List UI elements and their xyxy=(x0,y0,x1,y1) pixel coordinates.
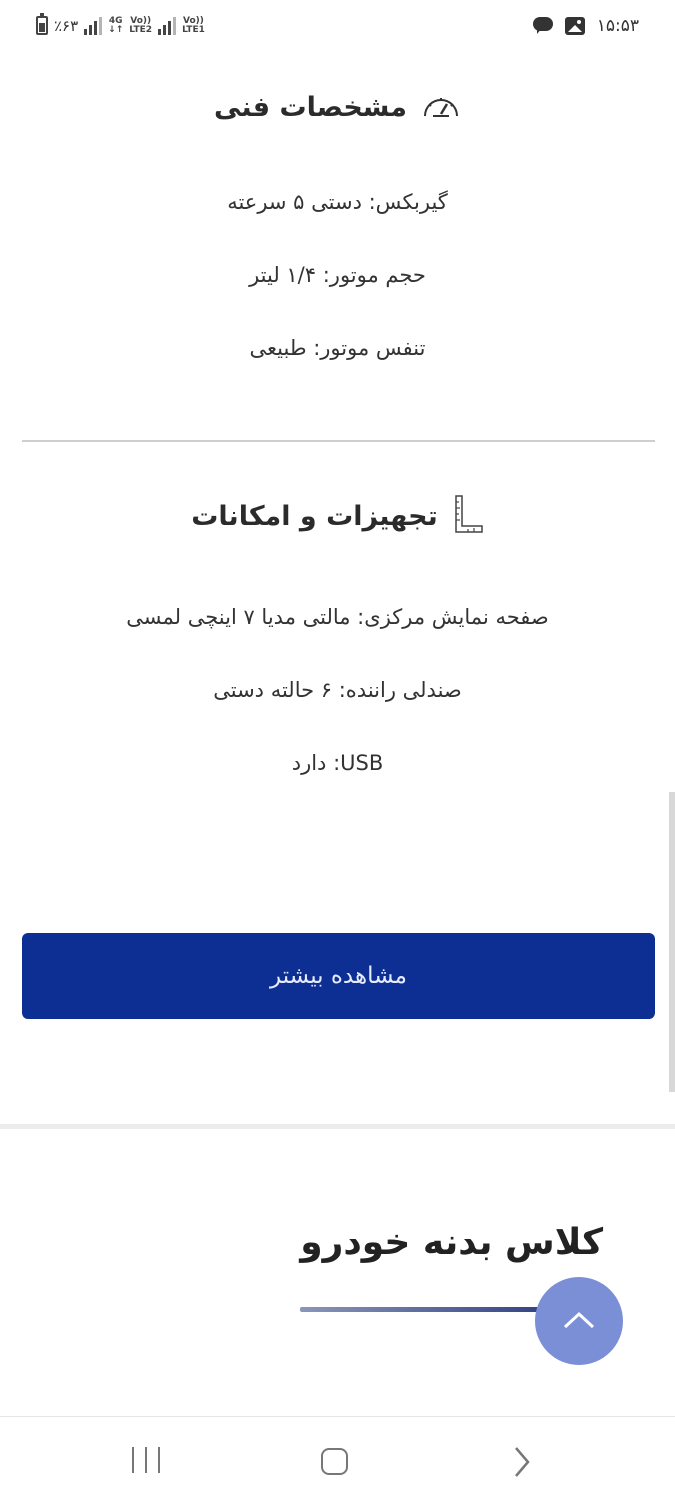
section-separator-band xyxy=(0,1124,675,1129)
body-class-title: کلاس بدنه خودرو xyxy=(300,1222,603,1263)
feature-driver-seat: صندلی راننده: ۶ حالته دستی xyxy=(213,678,462,702)
home-icon[interactable] xyxy=(321,1448,348,1475)
status-bar: ٪۶۳ 4G ↓↑ Vo)) LTE2 Vo)) LTE1 ۱۵:۵۳ xyxy=(0,0,675,56)
scrollbar[interactable] xyxy=(669,792,675,1092)
clock: ۱۵:۵۳ xyxy=(596,16,639,36)
battery-percent: ٪۶۳ xyxy=(54,16,79,35)
signal-icon-2 xyxy=(158,16,177,35)
features-heading: تجهیزات و امکانات xyxy=(0,494,675,538)
ruler-icon xyxy=(452,494,484,538)
volte-lte2-indicator: Vo)) LTE2 xyxy=(129,15,153,35)
system-nav-bar xyxy=(0,1416,675,1500)
battery-icon xyxy=(36,13,48,35)
recents-icon[interactable] xyxy=(132,1447,160,1473)
show-more-button[interactable]: مشاهده بیشتر xyxy=(22,933,655,1019)
spec-gearbox: گیربکس: دستی ۵ سرعته xyxy=(227,190,448,214)
chat-notification-icon xyxy=(532,17,553,35)
section-divider xyxy=(22,440,655,442)
spec-engine-aspiration: تنفس موتور: طبیعی xyxy=(249,336,426,360)
scroll-to-top-button[interactable] xyxy=(535,1277,623,1365)
chevron-up-icon xyxy=(562,1310,596,1333)
specs-title: مشخصات فنی xyxy=(214,91,407,123)
spec-engine-volume: حجم موتور: ۱/۴ لیتر xyxy=(249,263,426,287)
back-icon[interactable] xyxy=(508,1445,536,1479)
feature-usb: USB: دارد xyxy=(291,751,384,775)
gauge-icon xyxy=(421,90,461,124)
specs-heading: مشخصات فنی xyxy=(0,84,675,130)
gallery-notification-icon xyxy=(564,17,585,35)
features-title: تجهیزات و امکانات xyxy=(191,500,438,532)
feature-display: صفحه نمایش مرکزی: مالتی مدیا ۷ اینچی لمس… xyxy=(126,605,549,629)
signal-icon xyxy=(84,16,103,35)
status-right: ۱۵:۵۳ xyxy=(532,16,639,36)
status-left: ٪۶۳ 4G ↓↑ Vo)) LTE2 Vo)) LTE1 xyxy=(36,13,205,35)
screen: ٪۶۳ 4G ↓↑ Vo)) LTE2 Vo)) LTE1 ۱۵:۵۳ مشخص… xyxy=(0,0,675,1500)
network-4g-indicator: 4G ↓↑ xyxy=(108,15,124,35)
volte-lte1-indicator: Vo)) LTE1 xyxy=(182,15,205,35)
